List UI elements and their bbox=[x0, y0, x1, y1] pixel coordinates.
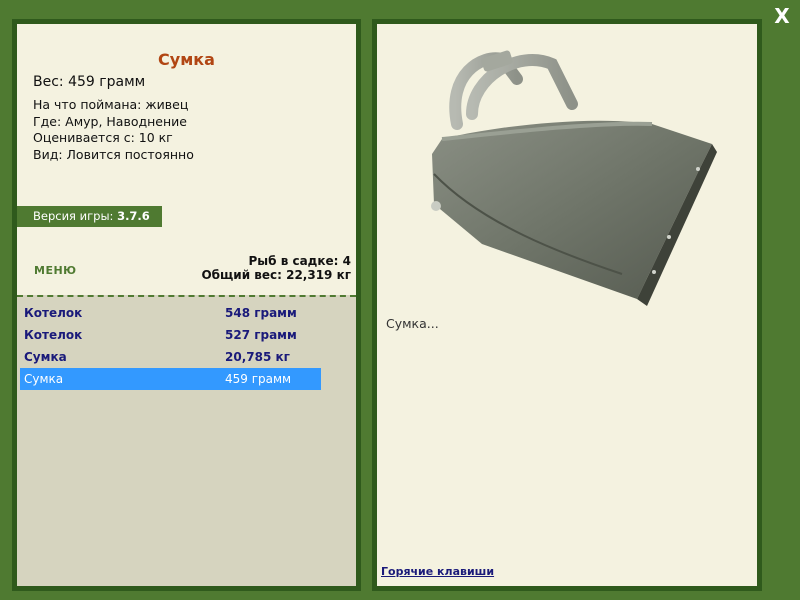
item-photo-panel: Сумка... Горячие клавиши bbox=[372, 19, 762, 591]
item-title: Сумка bbox=[158, 50, 215, 69]
hotkeys-link[interactable]: Горячие клавиши bbox=[381, 565, 494, 578]
item-weight: Вес: 459 грамм bbox=[33, 74, 146, 90]
catch-row-selected[interactable]: Сумка 459 грамм bbox=[20, 368, 321, 390]
catch-row[interactable]: Сумка 20,785 кг bbox=[20, 346, 321, 368]
catch-weight: 459 грамм bbox=[225, 372, 292, 386]
handbag-icon bbox=[431, 50, 717, 306]
item-photo-panel-inner: Сумка... Горячие клавиши bbox=[377, 24, 757, 586]
catch-weight: 527 грамм bbox=[225, 328, 297, 342]
location-line: Где: Амур, Наводнение bbox=[33, 113, 187, 129]
catch-name: Сумка bbox=[24, 350, 67, 364]
catch-name: Сумка bbox=[24, 372, 64, 386]
valued-from-line: Оценивается с: 10 кг bbox=[33, 130, 173, 145]
item-info-panel: Сумка Вес: 459 грамм На что поймана: жив… bbox=[12, 19, 361, 591]
close-icon[interactable]: X bbox=[770, 4, 794, 28]
catch-weight: 20,785 кг bbox=[225, 350, 290, 364]
catch-name: Котелок bbox=[24, 328, 83, 342]
catch-list: Котелок 548 грамм Котелок 527 грамм Сумк… bbox=[17, 295, 356, 586]
item-description: Сумка... bbox=[386, 316, 439, 331]
catch-weight: 548 грамм bbox=[225, 306, 297, 320]
fish-count: Рыб в садке: 4 bbox=[248, 254, 352, 268]
catch-row[interactable]: Котелок 548 грамм bbox=[20, 302, 321, 324]
version-label: Версия игры: bbox=[33, 209, 118, 223]
menu-button[interactable]: МЕНЮ bbox=[34, 264, 77, 277]
catch-row[interactable]: Котелок 527 грамм bbox=[20, 324, 321, 346]
caught-on-line: На что поймана: живец bbox=[33, 97, 189, 112]
version-number: 3.7.6 bbox=[117, 209, 150, 223]
kind-line: Вид: Ловится постоянно bbox=[33, 146, 194, 162]
item-info-panel-inner: Сумка Вес: 459 грамм На что поймана: жив… bbox=[17, 24, 356, 586]
keepnet-stats: Рыб в садке: 4 Общий вес: 22,319 кг bbox=[201, 254, 351, 282]
version-bar: Версия игры: 3.7.6 bbox=[17, 206, 162, 227]
total-weight: Общий вес: 22,319 кг bbox=[201, 268, 351, 282]
handbag-photo bbox=[422, 44, 717, 309]
item-details: На что поймана: живец Где: Амур, Наводне… bbox=[33, 97, 194, 163]
catch-name: Котелок bbox=[24, 306, 83, 320]
